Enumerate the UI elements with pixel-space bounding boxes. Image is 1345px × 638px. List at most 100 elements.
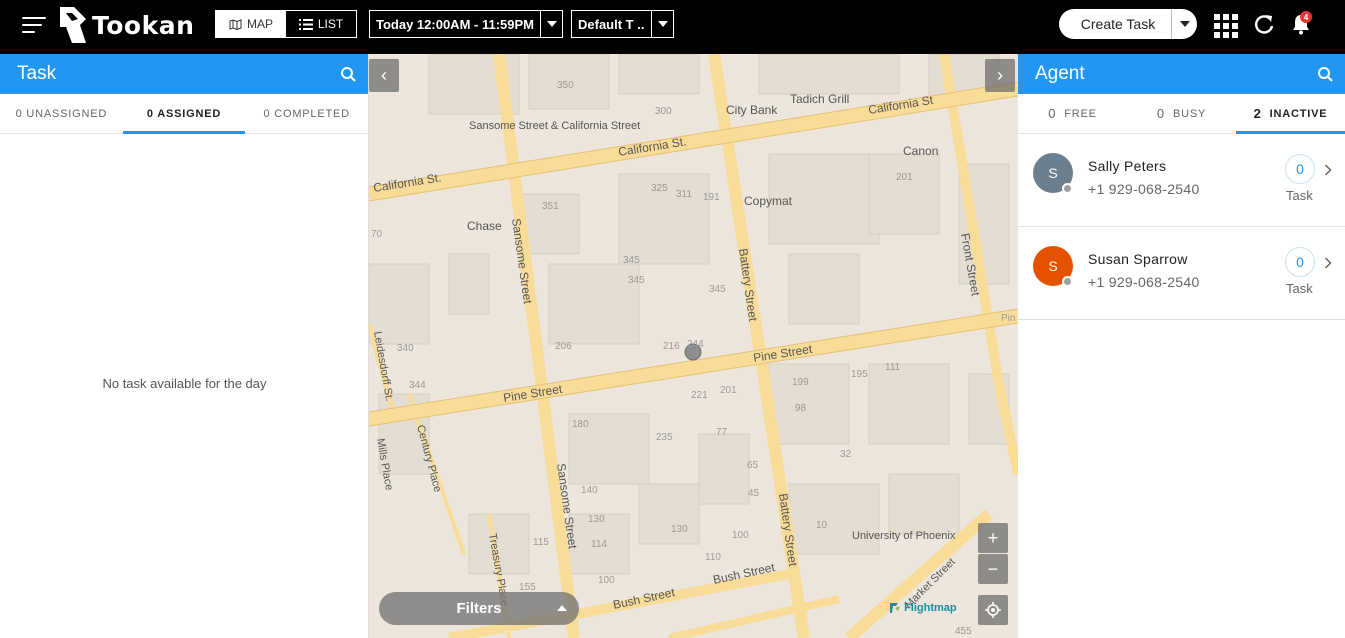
tab-completed[interactable]: 0 COMPLETED (245, 94, 368, 133)
inactive-count: 2 (1253, 106, 1262, 121)
place-label: Tadich Grill (790, 92, 849, 106)
zoom-out-button[interactable]: − (978, 554, 1008, 584)
search-icon[interactable] (1317, 66, 1333, 82)
map-attribution: Flightmap (889, 602, 957, 614)
locate-icon (985, 602, 1001, 618)
hamburger-menu-icon[interactable] (22, 15, 46, 35)
building-number: 206 (555, 341, 572, 352)
building-number: 235 (656, 432, 673, 443)
building-number: 100 (598, 575, 615, 586)
app-logo[interactable]: Tookan (58, 4, 194, 46)
chevron-up-icon (557, 605, 567, 611)
collapse-right-panel-button[interactable]: › (985, 59, 1015, 92)
status-indicator (1062, 276, 1073, 287)
chevron-down-icon (540, 11, 562, 37)
building-number: 191 (703, 192, 720, 203)
building-number: 350 (557, 80, 574, 91)
building-number: 100 (732, 530, 749, 541)
top-bar: Tookan MAP LIST Today 12:00AM - 11:59PM … (0, 0, 1345, 54)
place-label: University of Phoenix (852, 530, 956, 542)
building-number: 98 (795, 403, 807, 414)
building-number: 351 (542, 201, 559, 212)
building-number: 114 (591, 539, 607, 550)
place-label: Sansome Street & California Street (469, 120, 640, 132)
tab-assigned[interactable]: 0 ASSIGNED (122, 94, 246, 134)
apps-grid-icon[interactable] (1214, 14, 1238, 38)
map-view-label: MAP (246, 17, 273, 31)
notification-badge: 4 (1300, 11, 1312, 23)
status-indicator (1062, 183, 1073, 194)
attribution-text: Flightmap (904, 602, 957, 614)
building-number: 110 (705, 552, 721, 563)
place-label: City Bank (726, 103, 778, 117)
empty-task-message: No task available for the day (102, 376, 267, 391)
chevron-right-icon: › (997, 65, 1003, 85)
building-number: 455 (955, 626, 972, 637)
building-number: 201 (720, 385, 737, 396)
tookan-logo-icon (60, 7, 86, 43)
chevron-right-icon[interactable] (1324, 164, 1332, 176)
building-number: 77 (716, 427, 728, 438)
create-task-button[interactable]: Create Task (1059, 9, 1197, 39)
free-count: 0 (1048, 106, 1057, 121)
tab-inactive[interactable]: 2 INACTIVE (1236, 94, 1345, 134)
building-number: 195 (851, 369, 868, 380)
building-number: Pin (1001, 313, 1015, 324)
building-number: 32 (840, 449, 852, 460)
chevron-right-icon[interactable] (1324, 257, 1332, 269)
inactive-label: INACTIVE (1269, 107, 1328, 120)
zoom-in-button[interactable]: + (978, 523, 1008, 553)
map-view[interactable]: California St. California St. California… (369, 54, 1018, 638)
building-number: 199 (792, 377, 809, 388)
place-label: Copymat (744, 194, 793, 208)
building-number: 300 (655, 106, 672, 117)
tab-free[interactable]: 0 FREE (1018, 94, 1127, 133)
agent-panel-title: Agent (1035, 63, 1085, 84)
view-toggle: MAP LIST (215, 10, 357, 38)
building-number: 345 (623, 255, 640, 266)
date-range-label: Today 12:00AM - 11:59PM (376, 16, 534, 32)
filters-label: Filters (456, 600, 502, 617)
building-number: 111 (885, 362, 901, 373)
building-number: 311 (676, 189, 692, 200)
create-task-dropdown-icon[interactable] (1171, 9, 1197, 39)
team-filter-label: Default T .. (578, 16, 645, 32)
refresh-icon[interactable] (1253, 13, 1275, 35)
building-number: 344 (409, 380, 426, 391)
agent-row[interactable]: S Sally Peters +1 929-068-2540 0 Task (1018, 134, 1345, 227)
busy-label: BUSY (1172, 107, 1207, 120)
task-tabs: 0 UNASSIGNED 0 ASSIGNED 0 COMPLETED (0, 94, 368, 134)
place-label: Chase (467, 219, 502, 233)
building-number: 221 (691, 390, 708, 401)
date-range-dropdown[interactable]: Today 12:00AM - 11:59PM (369, 10, 563, 38)
building-number: 325 (651, 183, 668, 194)
street-map[interactable]: California St. California St. California… (369, 54, 1018, 638)
agent-name: Sally Peters (1088, 158, 1167, 174)
building-number: 130 (588, 514, 605, 525)
team-filter-dropdown[interactable]: Default T .. (571, 10, 674, 38)
task-count-label: Task (1286, 188, 1313, 203)
agent-phone: +1 929-068-2540 (1088, 181, 1200, 197)
map-view-button[interactable]: MAP (216, 11, 286, 37)
filters-button[interactable]: Filters (379, 592, 579, 625)
tab-busy[interactable]: 0 BUSY (1127, 94, 1236, 133)
chevron-left-icon: ‹ (381, 65, 387, 85)
task-panel-title: Task (17, 63, 57, 84)
task-count-badge: 0 (1285, 154, 1315, 184)
building-number: 201 (896, 172, 913, 183)
search-icon[interactable] (340, 66, 356, 82)
collapse-left-panel-button[interactable]: ‹ (369, 59, 399, 92)
logo-text: Tookan (92, 10, 195, 40)
chevron-down-icon (651, 11, 673, 37)
agent-row[interactable]: S Susan Sparrow +1 929-068-2540 0 Task (1018, 227, 1345, 320)
tab-unassigned[interactable]: 0 UNASSIGNED (0, 94, 123, 133)
list-view-label: LIST (317, 17, 344, 31)
building-number: 216 (663, 341, 680, 352)
my-location-button[interactable] (978, 595, 1008, 625)
agent-name: Susan Sparrow (1088, 251, 1188, 267)
list-view-button[interactable]: LIST (286, 11, 356, 37)
list-icon (298, 18, 313, 30)
building-number: 340 (397, 343, 414, 354)
building-number: 115 (533, 537, 549, 548)
create-task-label: Create Task (1080, 16, 1156, 32)
